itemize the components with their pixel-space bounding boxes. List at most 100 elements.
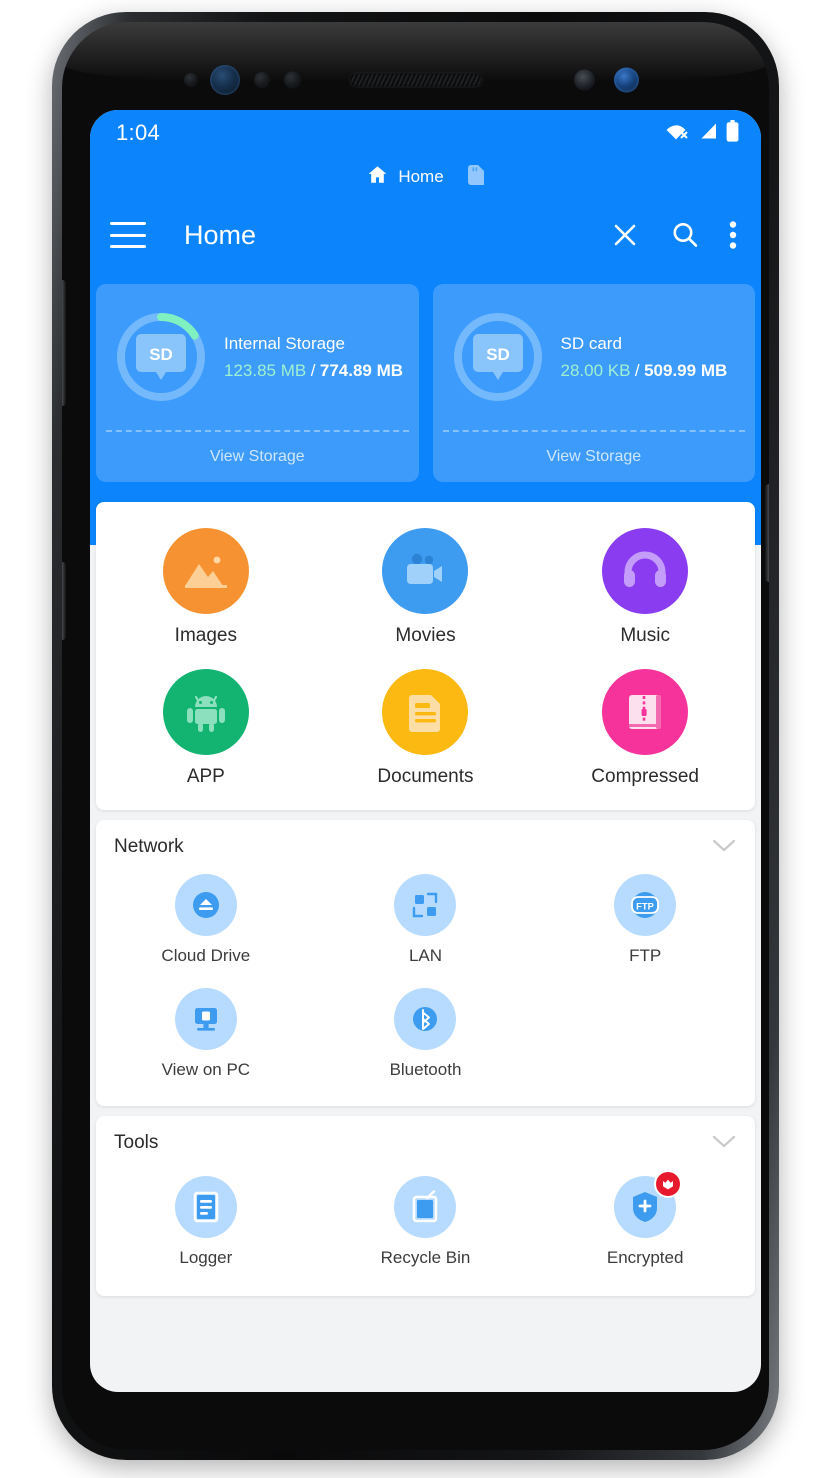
- android-icon: [162, 669, 249, 755]
- tools-label: Logger: [179, 1248, 233, 1267]
- storage-used: 123.85 MB: [224, 360, 307, 380]
- network-label: LAN: [408, 946, 443, 965]
- category-grid: Images Movies Music APP Documents Compre…: [96, 518, 755, 800]
- breadcrumb[interactable]: Home: [90, 164, 761, 190]
- search-icon[interactable]: [669, 219, 701, 251]
- toolbar-actions: [609, 219, 743, 251]
- tools-section-header: Tools: [96, 1116, 755, 1156]
- hamburger-bar: [110, 245, 146, 248]
- recycle-bin-icon: [394, 1176, 457, 1238]
- front-camera-icon: [614, 67, 639, 93]
- storage-card-sdcard[interactable]: SD SD card 28.00 KB / 509.99 MB View Sto…: [432, 284, 756, 482]
- storage-usage-ring: SD: [449, 308, 547, 406]
- category-item-documents[interactable]: Documents: [316, 659, 536, 800]
- storage-separator: /: [634, 360, 640, 380]
- light-sensor-icon: [254, 72, 270, 88]
- storage-name: SD card: [560, 333, 622, 353]
- network-label: Bluetooth: [389, 1060, 462, 1079]
- category-label: APP: [186, 766, 225, 787]
- content-scroll-area[interactable]: Images Movies Music APP Documents Compre…: [90, 502, 761, 1392]
- network-section-title: Network: [114, 836, 184, 857]
- video-icon: [382, 528, 469, 614]
- network-grid-spacer: [535, 978, 755, 1092]
- category-item-app[interactable]: APP: [96, 659, 316, 800]
- tools-item-encrypted[interactable]: Encrypted: [535, 1166, 755, 1280]
- storage-card-body: SD Internal Storage 123.85 MB / 774.89 M…: [96, 284, 419, 430]
- power-button[interactable]: [765, 484, 769, 582]
- cloud-drive-icon: [174, 874, 237, 936]
- storage-used: 28.00 KB: [560, 360, 631, 380]
- chevron-down-icon[interactable]: [711, 1133, 737, 1154]
- storage-card-internal[interactable]: SD Internal Storage 123.85 MB / 774.89 M…: [96, 284, 419, 482]
- sd-card-glyph: SD: [136, 334, 186, 380]
- assistant-button[interactable]: [62, 562, 66, 640]
- storage-card-row: SD Internal Storage 123.85 MB / 774.89 M…: [90, 284, 761, 482]
- hamburger-bar: [110, 222, 146, 225]
- screenshot-stage: 1:04 Home Home SD Internal Storage 123.8…: [0, 0, 831, 1478]
- network-item-view-on-pc[interactable]: View on PC: [96, 978, 316, 1092]
- storage-usage-text: 123.85 MB / 774.89 MB: [224, 361, 403, 381]
- view-storage-button[interactable]: View Storage: [433, 432, 756, 482]
- view-storage-button[interactable]: View Storage: [96, 432, 419, 482]
- more-vertical-icon[interactable]: [729, 220, 737, 250]
- home-icon: [367, 164, 388, 190]
- svg-text:SD: SD: [486, 345, 510, 364]
- category-item-movies[interactable]: Movies: [316, 518, 536, 659]
- storage-card-meta: Internal Storage 123.85 MB / 774.89 MB: [224, 334, 403, 381]
- category-item-images[interactable]: Images: [96, 518, 316, 659]
- archive-icon: [602, 669, 689, 755]
- network-section-header: Network: [96, 820, 755, 860]
- category-label: Music: [620, 625, 670, 646]
- tools-grid: Logger Recycle Bin Encrypted: [96, 1156, 755, 1296]
- tools-label: Recycle Bin: [380, 1248, 471, 1267]
- proximity-sensor-icon: [184, 73, 198, 87]
- page-title: Home: [184, 219, 257, 250]
- tools-item-logger[interactable]: Logger: [96, 1166, 316, 1280]
- volume-button[interactable]: [62, 280, 66, 406]
- tools-label: Encrypted: [606, 1248, 684, 1267]
- status-bar-icons: [666, 119, 739, 147]
- document-icon: [382, 669, 469, 755]
- category-label: Movies: [395, 625, 456, 646]
- tools-card: Tools Logger Recycle Bin Encrypted: [96, 1116, 755, 1296]
- breadcrumb-label: Home: [398, 167, 444, 186]
- storage-separator: /: [310, 360, 316, 380]
- phone-bezel: 1:04 Home Home SD Internal Storage 123.8…: [62, 22, 769, 1450]
- category-card: Images Movies Music APP Documents Compre…: [96, 502, 755, 810]
- hamburger-menu-icon[interactable]: [110, 222, 146, 248]
- ir-emitter-icon: [284, 71, 301, 89]
- tools-item-recycle-bin[interactable]: Recycle Bin: [316, 1166, 536, 1280]
- iris-scanner-icon: [210, 65, 240, 95]
- battery-full-icon: [726, 119, 739, 147]
- image-icon: [162, 528, 249, 614]
- storage-card-meta: SD card 28.00 KB / 509.99 MB: [561, 334, 728, 381]
- ftp-icon: FTP: [614, 874, 677, 936]
- storage-name: Internal Storage: [224, 333, 345, 353]
- front-sensor-array: [62, 60, 769, 100]
- headphones-icon: [602, 528, 689, 614]
- svg-text:FTP: FTP: [636, 900, 654, 911]
- network-card: Network Cloud Drive LAN FTP FTP View on …: [96, 820, 755, 1106]
- category-label: Compressed: [591, 766, 699, 787]
- lan-icon: [394, 874, 457, 936]
- close-icon[interactable]: [609, 219, 641, 251]
- svg-text:SD: SD: [149, 345, 173, 364]
- network-item-lan[interactable]: LAN: [316, 864, 536, 978]
- storage-usage-text: 28.00 KB / 509.99 MB: [561, 361, 728, 381]
- network-item-ftp[interactable]: FTP FTP: [535, 864, 755, 978]
- category-item-compressed[interactable]: Compressed: [535, 659, 755, 800]
- network-grid: Cloud Drive LAN FTP FTP View on PC Bluet…: [96, 860, 755, 1106]
- network-label: View on PC: [161, 1060, 251, 1079]
- app-toolbar: Home: [90, 202, 761, 268]
- phone-screen: 1:04 Home Home SD Internal Storage 123.8…: [90, 110, 761, 1392]
- sd-card-icon[interactable]: [467, 164, 484, 190]
- log-file-icon: [174, 1176, 237, 1238]
- tools-section-title: Tools: [114, 1132, 159, 1153]
- category-item-music[interactable]: Music: [535, 518, 755, 659]
- hamburger-bar: [110, 233, 146, 237]
- chevron-down-icon[interactable]: [711, 837, 737, 858]
- status-bar: 1:04: [90, 110, 761, 156]
- network-item-cloud-drive[interactable]: Cloud Drive: [96, 864, 316, 978]
- network-item-bluetooth[interactable]: Bluetooth: [316, 978, 536, 1092]
- phone-device-frame: 1:04 Home Home SD Internal Storage 123.8…: [52, 12, 779, 1460]
